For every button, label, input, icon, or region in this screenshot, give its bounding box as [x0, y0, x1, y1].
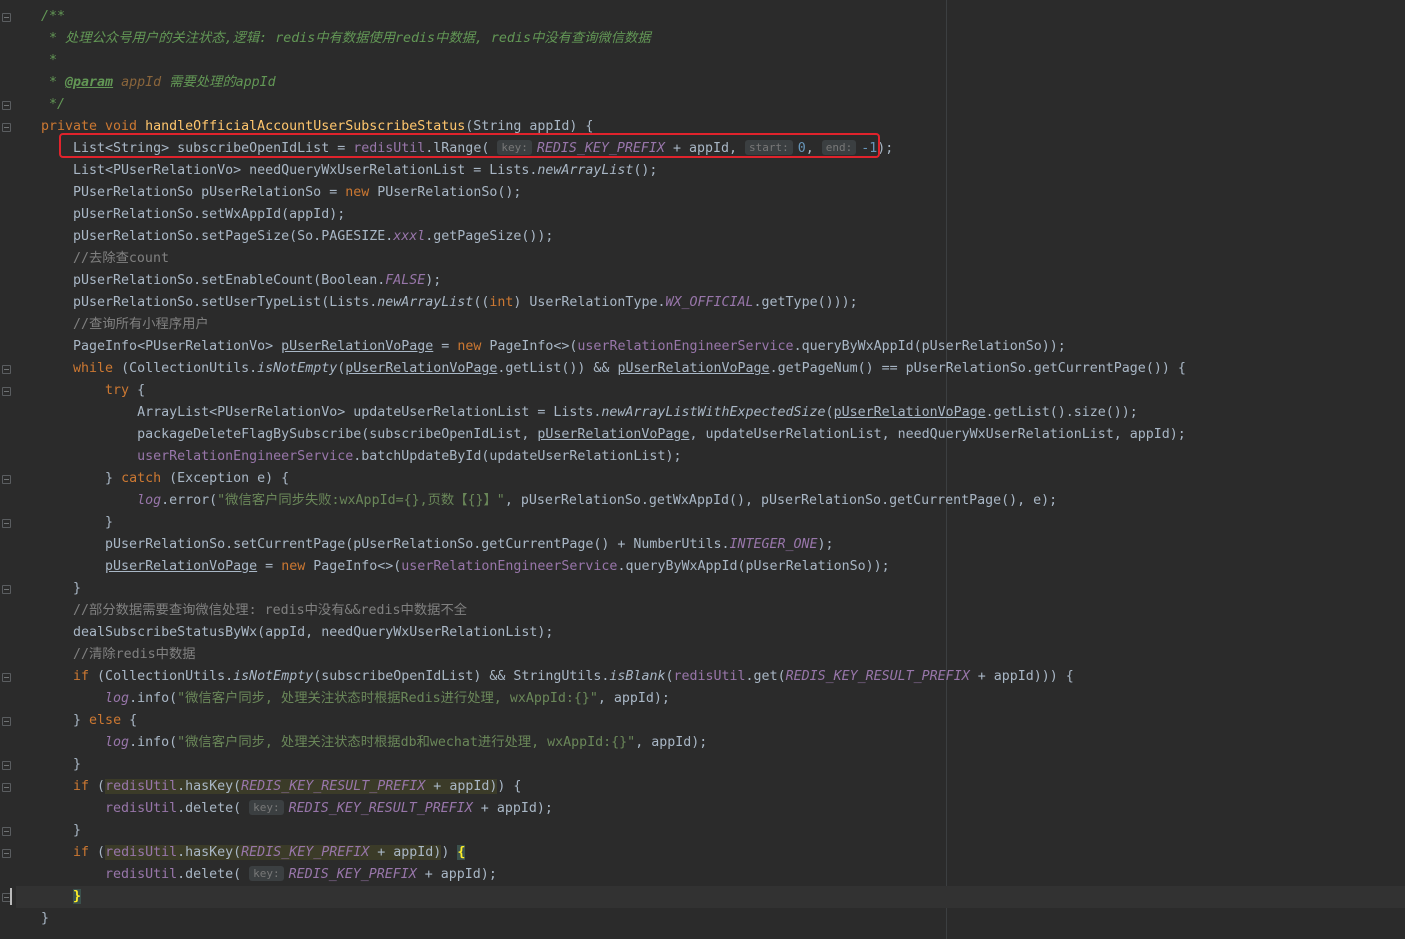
fold-marker-icon[interactable] [2, 519, 11, 528]
code-line[interactable]: PUserRelationSo pUserRelationSo = new PU… [41, 182, 521, 204]
code-line[interactable]: } [41, 578, 81, 600]
code-line[interactable]: */ [41, 94, 65, 116]
fold-marker-icon[interactable] [2, 13, 11, 22]
code-line[interactable]: ArrayList<PUserRelationVo> updateUserRel… [41, 402, 1138, 424]
code-line[interactable]: if (redisUtil.hasKey(REDIS_KEY_RESULT_PR… [41, 776, 521, 798]
fold-marker-icon[interactable] [2, 827, 11, 836]
fold-marker-icon[interactable] [2, 717, 11, 726]
code-line[interactable]: pUserRelationSo.setCurrentPage(pUserRela… [41, 534, 834, 556]
param-hint: key: [249, 866, 284, 881]
code-line[interactable]: * [41, 50, 57, 72]
code-line[interactable]: //部分数据需要查询微信处理: redis中没有&&redis中数据不全 [41, 600, 467, 622]
code-line-current[interactable]: } [41, 886, 82, 908]
right-margin-guide [946, 0, 947, 939]
code-line[interactable]: List<PUserRelationVo> needQueryWxUserRel… [41, 160, 657, 182]
code-line[interactable]: } [41, 908, 49, 930]
fold-marker-icon[interactable] [2, 365, 11, 374]
code-line[interactable]: pUserRelationSo.setWxAppId(appId); [41, 204, 345, 226]
code-line[interactable]: } catch (Exception e) { [41, 468, 289, 490]
fold-marker-icon[interactable] [2, 783, 11, 792]
fold-marker-icon[interactable] [2, 475, 11, 484]
fold-marker-icon[interactable] [2, 849, 11, 858]
code-line[interactable]: } else { [41, 710, 137, 732]
code-line[interactable]: /** [41, 6, 65, 28]
code-line[interactable]: dealSubscribeStatusByWx(appId, needQuery… [41, 622, 553, 644]
code-line[interactable]: packageDeleteFlagBySubscribe(subscribeOp… [41, 424, 1186, 446]
fold-marker-icon[interactable] [2, 585, 11, 594]
code-line[interactable]: redisUtil.delete( key: REDIS_KEY_PREFIX +… [41, 864, 497, 886]
code-line[interactable]: * @param appId 需要处理的appId [41, 72, 276, 94]
code-line[interactable]: if (redisUtil.hasKey(REDIS_KEY_PREFIX + … [41, 842, 466, 864]
code-line[interactable]: if (CollectionUtils.isNotEmpty(subscribe… [41, 666, 1074, 688]
fold-marker-icon[interactable] [2, 673, 11, 682]
code-line[interactable]: log.error("微信客户同步失败:wxAppId={},页数【{}】", … [41, 490, 1057, 512]
code-line[interactable]: * 处理公众号用户的关注状态,逻辑: redis中有数据使用redis中数据, … [41, 28, 651, 50]
annotation-highlight-box [59, 133, 880, 158]
fold-marker-icon[interactable] [2, 761, 11, 770]
code-line[interactable]: //查询所有小程序用户 [41, 314, 209, 336]
matched-brace: } [73, 889, 82, 904]
code-line[interactable]: //清除redis中数据 [41, 644, 196, 666]
fold-marker-icon[interactable] [2, 101, 11, 110]
code-line[interactable]: pUserRelationSo.setUserTypeList(Lists.ne… [41, 292, 858, 314]
code-line[interactable]: pUserRelationSo.setEnableCount(Boolean.F… [41, 270, 441, 292]
code-line[interactable]: pUserRelationVoPage = new PageInfo<>(use… [41, 556, 890, 578]
code-line[interactable]: while (CollectionUtils.isNotEmpty(pUserR… [41, 358, 1186, 380]
code-line[interactable]: try { [41, 380, 145, 402]
fold-marker-icon[interactable] [2, 123, 11, 132]
code-line[interactable]: userRelationEngineerService.batchUpdateB… [41, 446, 681, 468]
matched-brace: { [457, 845, 466, 860]
code-line[interactable]: PageInfo<PUserRelationVo> pUserRelationV… [41, 336, 1066, 358]
text-caret [10, 888, 12, 905]
code-line[interactable]: //去除查count [41, 248, 169, 270]
param-hint: key: [249, 800, 284, 815]
fold-marker-icon[interactable] [2, 387, 11, 396]
code-line[interactable]: log.info("微信客户同步, 处理关注状态时根据db和wechat进行处理… [41, 732, 707, 754]
code-line[interactable]: } [41, 754, 81, 776]
code-line[interactable]: } [41, 820, 81, 842]
code-editor[interactable]: /** * 处理公众号用户的关注状态,逻辑: redis中有数据使用redis中… [0, 0, 1405, 939]
code-line[interactable]: pUserRelationSo.setPageSize(So.PAGESIZE.… [41, 226, 553, 248]
code-line[interactable]: } [41, 512, 113, 534]
code-line[interactable]: redisUtil.delete( key: REDIS_KEY_RESULT_P… [41, 798, 553, 820]
code-line[interactable]: log.info("微信客户同步, 处理关注状态时根据Redis进行处理, wx… [41, 688, 670, 710]
current-line-highlight [16, 886, 1405, 908]
editor-gutter [0, 0, 16, 939]
